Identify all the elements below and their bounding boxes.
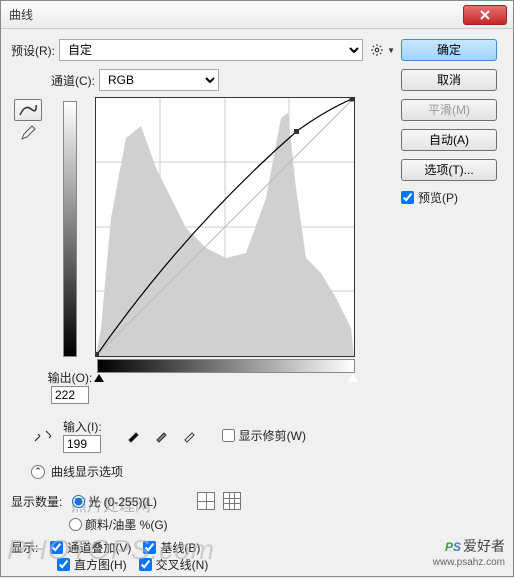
show-amount-label: 显示数量: xyxy=(11,493,62,510)
gray-eyedropper-icon[interactable] xyxy=(154,427,172,445)
preview-checkbox[interactable] xyxy=(401,191,414,204)
preset-label: 预设(R): xyxy=(11,42,55,59)
close-button[interactable] xyxy=(463,5,507,25)
channel-select[interactable]: RGB xyxy=(99,69,219,91)
on-image-adjust-icon[interactable] xyxy=(31,426,55,446)
preview-label: 预览(P) xyxy=(418,189,458,206)
baseline-label: 基线(B) xyxy=(160,539,200,556)
white-point-slider[interactable] xyxy=(348,374,358,382)
curve-tool-button[interactable] xyxy=(14,99,42,121)
curves-graph[interactable] xyxy=(95,97,355,357)
collapse-icon: ⌃ xyxy=(31,465,45,479)
titlebar: 曲线 xyxy=(1,1,513,29)
show-clipping-label: 显示修剪(W) xyxy=(239,427,306,444)
input-label: 输入(I): xyxy=(63,418,102,435)
fine-grid-icon[interactable] xyxy=(223,492,241,510)
intersection-label: 交叉线(N) xyxy=(156,556,209,573)
cancel-button[interactable]: 取消 xyxy=(401,69,497,91)
ok-button[interactable]: 确定 xyxy=(401,39,497,61)
channel-overlay-checkbox[interactable] xyxy=(50,541,63,554)
curve-display-options-toggle[interactable]: ⌃ 曲线显示选项 xyxy=(31,463,395,480)
curve-display-options-label: 曲线显示选项 xyxy=(51,463,123,480)
intersection-checkbox[interactable] xyxy=(139,558,152,571)
show-clipping-checkbox[interactable] xyxy=(222,429,235,442)
channel-label: 通道(C): xyxy=(51,72,95,89)
curves-dialog: 曲线 预设(R): 自定 ▼ 通道(C): RGB xyxy=(0,0,514,577)
window-title: 曲线 xyxy=(9,6,463,23)
show-label: 显示: xyxy=(11,539,38,556)
black-point-slider[interactable] xyxy=(94,374,104,382)
coarse-grid-icon[interactable] xyxy=(197,492,215,510)
light-radio[interactable] xyxy=(72,495,85,508)
input-gradient[interactable] xyxy=(97,359,355,373)
output-gradient xyxy=(63,101,77,357)
baseline-checkbox[interactable] xyxy=(143,541,156,554)
auto-button[interactable]: 自动(A) xyxy=(401,129,497,151)
preset-select[interactable]: 自定 xyxy=(59,39,363,61)
channel-overlay-label: 通道叠加(V) xyxy=(67,539,131,556)
white-eyedropper-icon[interactable] xyxy=(182,427,200,445)
dropdown-icon: ▼ xyxy=(387,46,395,55)
light-label: 光 (0-255)(L) xyxy=(88,493,157,510)
histogram-checkbox[interactable] xyxy=(57,558,70,571)
pigment-label: 颜料/油墨 %(G) xyxy=(85,516,168,533)
output-input[interactable] xyxy=(51,386,89,404)
output-label: 输出(O): xyxy=(48,369,93,386)
options-button[interactable]: 选项(T)... xyxy=(401,159,497,181)
smooth-button[interactable]: 平滑(M) xyxy=(401,99,497,121)
black-eyedropper-icon[interactable] xyxy=(126,427,144,445)
preset-menu-icon[interactable] xyxy=(369,42,385,58)
pencil-tool-icon[interactable] xyxy=(20,125,36,141)
pigment-radio[interactable] xyxy=(69,518,82,531)
input-input[interactable] xyxy=(63,435,101,453)
histogram-label: 直方图(H) xyxy=(74,556,127,573)
